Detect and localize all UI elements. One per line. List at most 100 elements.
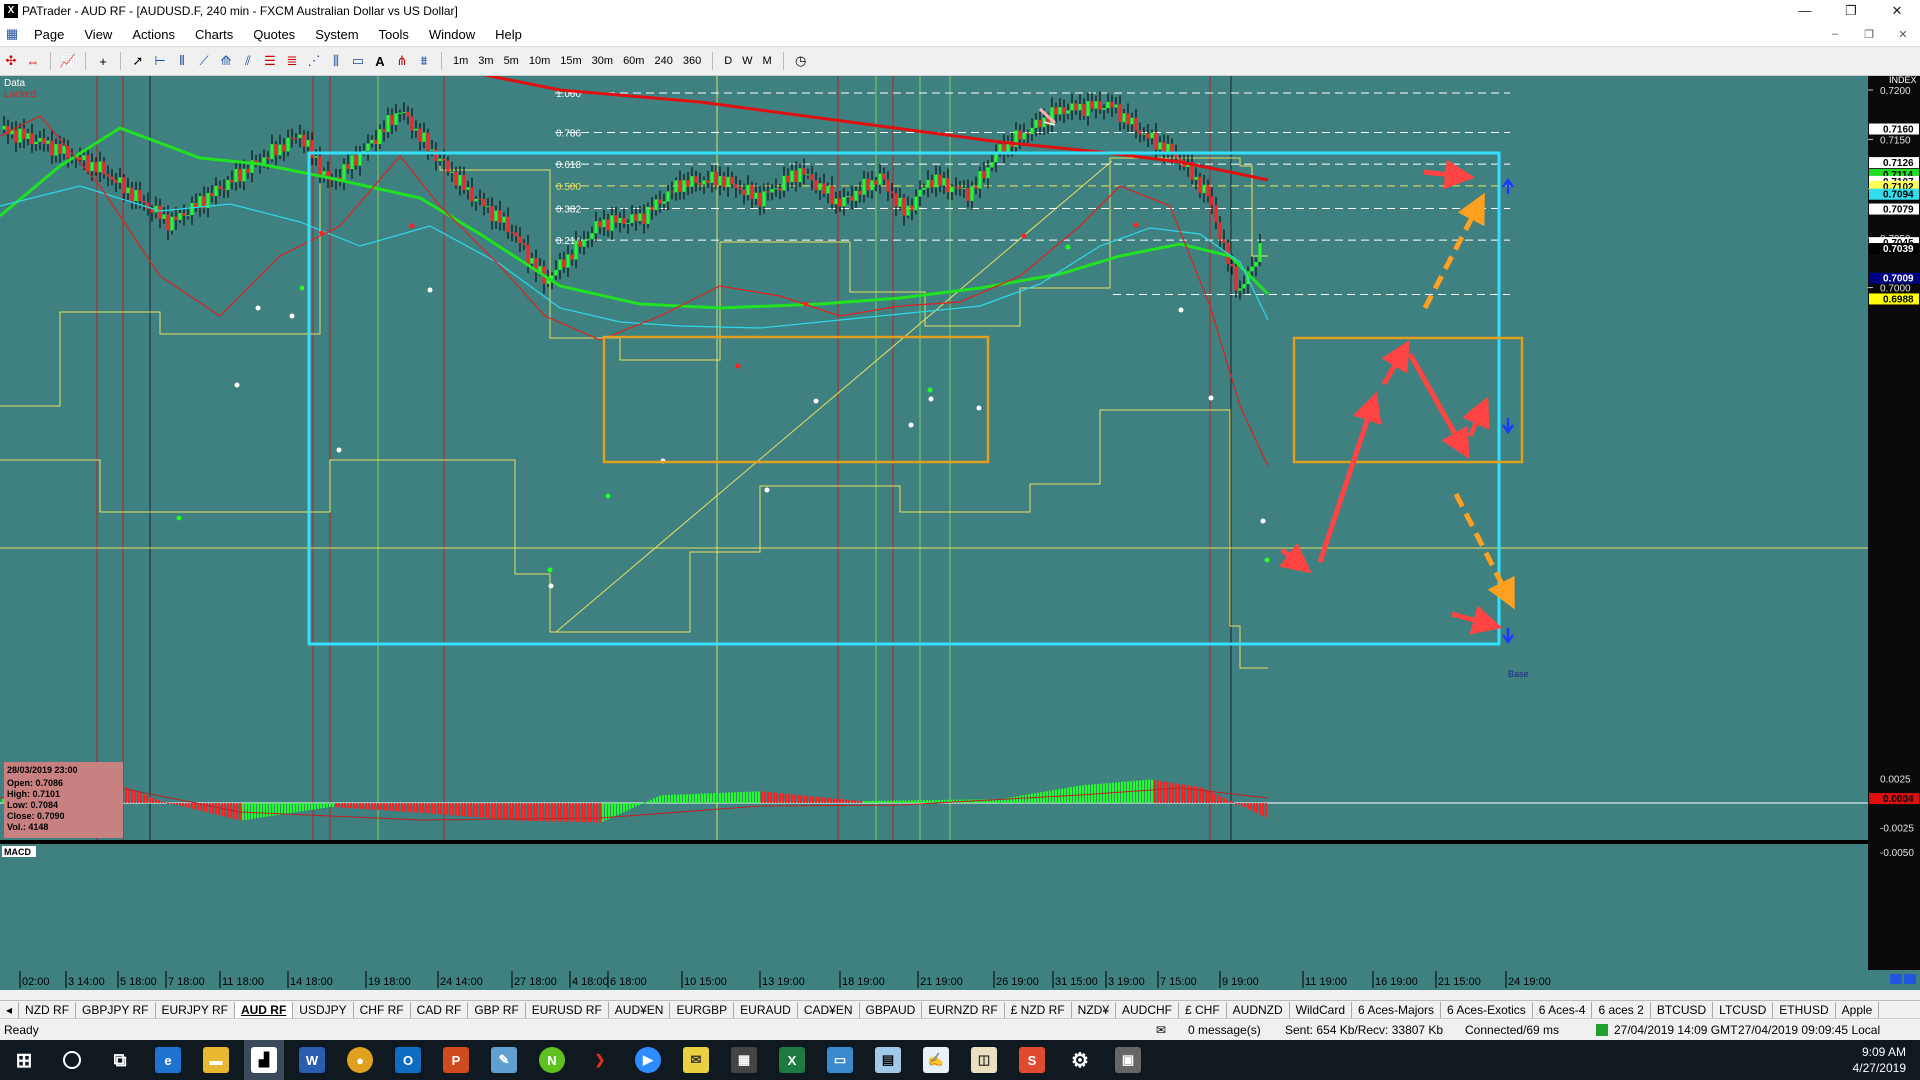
symbol-tab[interactable]: NZD¥	[1072, 1002, 1116, 1018]
move-icon[interactable]: ✣	[1, 51, 21, 71]
tabs-scroll-left-icon[interactable]: ◂	[0, 1002, 20, 1018]
task-view-icon[interactable]: ⧉	[100, 1040, 140, 1080]
mdi-close-button[interactable]: ✕	[1886, 28, 1920, 41]
clock-icon[interactable]: ◷	[791, 51, 811, 71]
scroll-icon[interactable]: ⇔	[23, 51, 43, 71]
symbol-tab[interactable]: 6 Aces-Exotics	[1441, 1002, 1533, 1018]
symbol-tab[interactable]: CHF RF	[354, 1002, 411, 1018]
snagit-icon[interactable]: S	[1012, 1040, 1052, 1080]
symbol-tab[interactable]: LTCUSD	[1713, 1002, 1774, 1018]
paint-icon[interactable]: ▤	[868, 1040, 908, 1080]
symbol-tab[interactable]: NZD RF	[19, 1002, 77, 1018]
app-window-icon[interactable]: ▣	[1108, 1040, 1148, 1080]
fib-time-icon[interactable]: ⫼	[326, 51, 346, 71]
symbol-tab[interactable]: 6 Aces-Majors	[1352, 1002, 1442, 1018]
file-explorer-icon[interactable]: ▬	[196, 1040, 236, 1080]
text-tool-icon[interactable]: A	[370, 51, 390, 71]
fib-fan-icon[interactable]: ⋰	[304, 51, 324, 71]
mdi-restore-button[interactable]: ❐	[1852, 28, 1886, 41]
symbol-tab[interactable]: EURUSD RF	[526, 1002, 609, 1018]
fan-line-icon[interactable]: ⟰	[216, 51, 236, 71]
windows-start-icon[interactable]: ⊞	[4, 1040, 44, 1080]
symbol-tab[interactable]: EURAUD	[734, 1002, 798, 1018]
status-messages[interactable]: 0 message(s)	[1188, 1023, 1261, 1037]
symbol-tab[interactable]: £ CHF	[1179, 1002, 1227, 1018]
symbol-tab[interactable]: AUD¥EN	[609, 1002, 671, 1018]
timeframe-240[interactable]: 240	[649, 55, 677, 67]
symbol-tab[interactable]: AUD RF	[234, 1002, 294, 1018]
symbol-tab[interactable]: AUDCHF	[1116, 1002, 1179, 1018]
timeframe-5m[interactable]: 5m	[499, 55, 524, 67]
symbol-tab[interactable]: EURNZD RF	[922, 1002, 1005, 1018]
vertical-lines-icon[interactable]: ⫴	[172, 51, 192, 71]
symbol-tab[interactable]: GBPJPY RF	[76, 1002, 156, 1018]
symbol-tab[interactable]: Apple	[1836, 1002, 1880, 1018]
bird-app-icon[interactable]: ❯	[580, 1040, 620, 1080]
chart-type-icon[interactable]: 📈	[58, 51, 78, 71]
symbol-tab[interactable]: ETHUSD	[1773, 1002, 1836, 1018]
powerpoint-icon[interactable]: P	[436, 1040, 476, 1080]
period-daily[interactable]: D	[719, 55, 737, 67]
channel-icon[interactable]: ⫽	[238, 51, 258, 71]
symbol-tab[interactable]: GBPAUD	[860, 1002, 923, 1018]
timeframe-1m[interactable]: 1m	[448, 55, 473, 67]
menu-view[interactable]: View	[74, 27, 122, 42]
chart-area[interactable]: 1.000 0.786 0.618 0.500 0.382 0.214 0.7200 0.7…	[0, 64, 1920, 990]
minimize-button[interactable]: —	[1782, 0, 1828, 22]
symbol-tab[interactable]: GBP RF	[468, 1002, 526, 1018]
word-icon[interactable]: W	[292, 1040, 332, 1080]
timeframe-10m[interactable]: 10m	[524, 55, 555, 67]
chrome-icon[interactable]: ●	[340, 1040, 380, 1080]
zoom-icon[interactable]: ▶	[628, 1040, 668, 1080]
edge-browser-icon[interactable]: e	[148, 1040, 188, 1080]
symbol-tab[interactable]: EURJPY RF	[156, 1002, 235, 1018]
symbol-tab[interactable]: USDJPY	[293, 1002, 354, 1018]
period-weekly[interactable]: W	[737, 55, 757, 67]
timeframe-360[interactable]: 360	[678, 55, 706, 67]
price-chart[interactable]: 1.0000.7860.6180.5000.3820.214 0.72000.7…	[0, 64, 1920, 990]
excel-icon[interactable]: X	[772, 1040, 812, 1080]
symbol-tab[interactable]: CAD RF	[411, 1002, 469, 1018]
horizontal-line-icon[interactable]: ⊢	[150, 51, 170, 71]
close-button[interactable]: ✕	[1874, 0, 1920, 22]
calculator-icon[interactable]: ▦	[724, 1040, 764, 1080]
fib-retracement-icon[interactable]: ☰	[260, 51, 280, 71]
menu-system[interactable]: System	[305, 27, 368, 42]
timeframe-60m[interactable]: 60m	[618, 55, 649, 67]
search-icon[interactable]	[52, 1040, 92, 1080]
menu-tools[interactable]: Tools	[369, 27, 419, 42]
menu-help[interactable]: Help	[485, 27, 532, 42]
settings-gear-icon[interactable]: ⚙	[1060, 1040, 1100, 1080]
maximize-button[interactable]: ❐	[1828, 0, 1874, 22]
outlook-icon[interactable]: O	[388, 1040, 428, 1080]
symbol-tab[interactable]: CAD¥EN	[798, 1002, 860, 1018]
gann-icon[interactable]: ⩩	[414, 51, 434, 71]
pitchfork-icon[interactable]: ⋔	[392, 51, 412, 71]
symbol-tab[interactable]: £ NZD RF	[1005, 1002, 1072, 1018]
symbol-tab[interactable]: BTCUSD	[1651, 1002, 1714, 1018]
menu-quotes[interactable]: Quotes	[243, 27, 305, 42]
trend-line-icon[interactable]: ⟋	[194, 51, 214, 71]
timeframe-30m[interactable]: 30m	[587, 55, 618, 67]
crosshair-icon[interactable]: +	[93, 51, 113, 71]
timeframe-15m[interactable]: 15m	[555, 55, 586, 67]
menu-actions[interactable]: Actions	[122, 27, 185, 42]
symbol-tab[interactable]: EURGBP	[670, 1002, 735, 1018]
sticky-notes-icon[interactable]: ✉	[676, 1040, 716, 1080]
symbol-tab[interactable]: 6 Aces-4	[1533, 1002, 1593, 1018]
pointer-icon[interactable]: ➚	[128, 51, 148, 71]
symbol-tab[interactable]: WildCard	[1290, 1002, 1353, 1018]
rectangle-icon[interactable]: ▭	[348, 51, 368, 71]
document-app-icon[interactable]: ✍	[916, 1040, 956, 1080]
ninjatrader-icon[interactable]: N	[532, 1040, 572, 1080]
page-icon[interactable]: ▦	[1, 24, 23, 44]
menu-page[interactable]: Page	[24, 27, 74, 42]
patrader-app-icon[interactable]: ▟	[244, 1040, 284, 1080]
menu-charts[interactable]: Charts	[185, 27, 243, 42]
remote-desktop-icon[interactable]: ▭	[820, 1040, 860, 1080]
notes-icon[interactable]: ✎	[484, 1040, 524, 1080]
fib-extension-icon[interactable]: ≣	[282, 51, 302, 71]
symbol-tab[interactable]: AUDNZD	[1227, 1002, 1290, 1018]
scanner-icon[interactable]: ◫	[964, 1040, 1004, 1080]
symbol-tab[interactable]: 6 aces 2	[1592, 1002, 1651, 1018]
